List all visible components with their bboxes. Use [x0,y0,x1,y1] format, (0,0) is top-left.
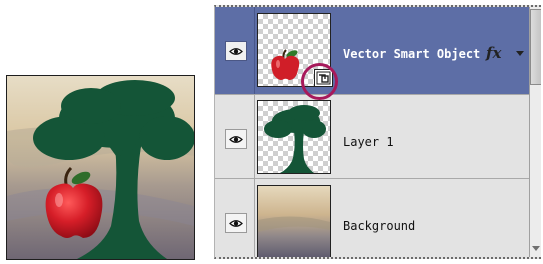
layer-name[interactable]: Layer 1 [343,135,394,149]
document-preview-image [6,75,195,260]
layer-visibility-toggle[interactable] [225,129,247,149]
column-divider [254,179,255,257]
eye-icon [229,220,243,227]
layer-name[interactable]: Vector Smart Object [343,47,480,61]
layer-thumbnail [257,185,331,257]
layer-name[interactable]: Background [343,219,415,233]
layer-row-background[interactable]: Background [215,179,529,257]
column-divider [254,7,255,94]
column-divider [254,95,255,178]
eye-icon [229,136,243,143]
panel-scrollbar[interactable] [529,7,541,257]
tree-silhouette-icon [264,105,326,173]
layer-visibility-toggle[interactable] [225,41,247,61]
eye-icon [229,48,243,55]
chevron-down-icon[interactable] [516,51,524,56]
layer-thumbnail [257,100,331,174]
scroll-down-arrow-icon[interactable] [532,246,540,251]
layer-visibility-toggle[interactable] [225,213,247,233]
layer-row-layer-1[interactable]: Layer 1 [215,95,529,179]
layers-panel: Vector Smart Object fx Layer 1 Backgroun… [214,5,541,259]
scrollbar-thumb[interactable] [530,9,541,85]
layer-row-vector-smart-object[interactable]: Vector Smart Object fx [215,7,529,100]
fx-icon[interactable]: fx [486,44,501,62]
